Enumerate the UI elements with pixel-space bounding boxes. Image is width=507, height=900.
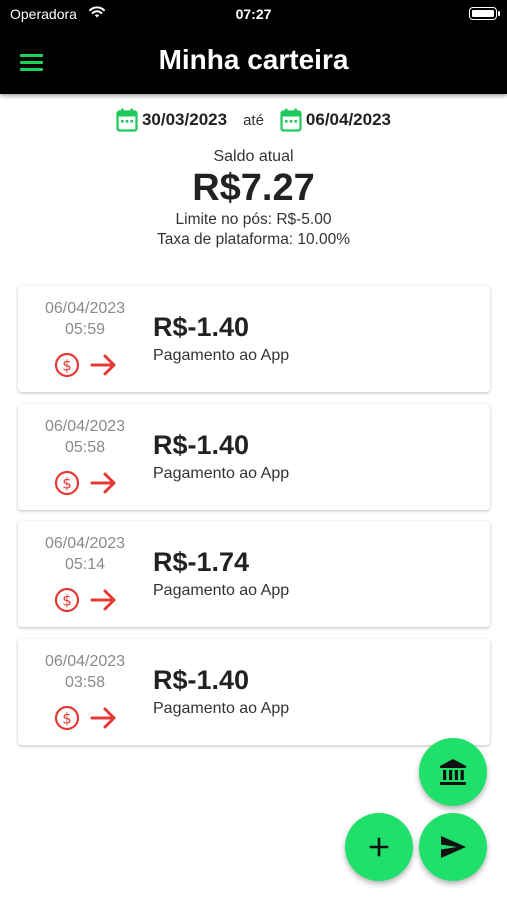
calendar-icon xyxy=(280,108,302,132)
transaction-icons: $ xyxy=(54,705,118,731)
arrow-right-icon xyxy=(90,354,116,376)
transaction-list: 06/04/2023 05:59 $ R$-1.40 Pagamento ao … xyxy=(18,286,490,756)
svg-text:$: $ xyxy=(62,474,72,492)
transaction-amount: R$-1.40 xyxy=(153,429,250,460)
transaction-description: Pagamento ao App xyxy=(153,464,290,482)
transaction-date: 06/04/2023 xyxy=(44,417,126,435)
plus-icon xyxy=(369,837,389,857)
app-bar: Minha carteira xyxy=(0,30,507,94)
transaction-description: Pagamento ao App xyxy=(153,582,290,599)
transaction-datetime: 06/04/2023 05:58 xyxy=(18,416,152,458)
start-date: 30/03/2023 xyxy=(141,110,228,129)
transaction-time: 03:58 xyxy=(64,673,106,691)
transaction-icons: $ xyxy=(54,470,118,496)
dollar-icon: $ xyxy=(54,352,80,378)
transaction-card[interactable]: 06/04/2023 03:58 $ R$-1.40 Pagamento ao … xyxy=(18,638,490,745)
transaction-datetime: 06/04/2023 03:58 xyxy=(18,651,152,693)
transaction-card[interactable]: 06/04/2023 05:14 $ R$-1.74 Pagamento ao … xyxy=(18,521,490,627)
transaction-description: Pagamento ao App xyxy=(153,347,290,364)
date-separator: até xyxy=(243,111,264,129)
svg-text:$: $ xyxy=(62,357,72,375)
dollar-icon: $ xyxy=(54,587,80,613)
start-date-picker[interactable]: 30/03/2023 xyxy=(116,108,227,132)
status-time: 07:27 xyxy=(235,6,272,22)
balance-value: R$7.27 xyxy=(192,167,315,209)
transaction-time: 05:58 xyxy=(64,438,106,456)
transaction-amount: R$-1.74 xyxy=(153,547,250,577)
balance-label: Saldo atual xyxy=(213,148,294,165)
transaction-amount: R$-1.40 xyxy=(153,664,250,695)
send-button[interactable] xyxy=(419,813,487,881)
add-button[interactable] xyxy=(345,813,413,881)
transaction-date: 06/04/2023 xyxy=(44,652,126,670)
svg-text:$: $ xyxy=(62,592,72,610)
transaction-description: Pagamento ao App xyxy=(153,699,290,717)
svg-text:$: $ xyxy=(62,709,72,727)
transaction-icons: $ xyxy=(54,587,118,613)
page-title: Minha carteira xyxy=(158,44,349,75)
end-date-picker[interactable]: 06/04/2023 xyxy=(280,108,391,132)
transaction-date: 06/04/2023 xyxy=(44,300,126,317)
transaction-datetime: 06/04/2023 05:59 xyxy=(18,298,152,340)
credit-limit: Limite no pós: R$-5.00 xyxy=(175,211,332,228)
dollar-icon: $ xyxy=(54,470,80,495)
status-bar: Operadora 07:27 xyxy=(0,0,507,30)
arrow-right-icon xyxy=(90,472,116,493)
battery-icon xyxy=(469,7,500,20)
calendar-icon xyxy=(116,108,138,132)
bank-icon xyxy=(440,759,466,785)
transaction-amount: R$-1.40 xyxy=(153,312,250,342)
transaction-card[interactable]: 06/04/2023 05:59 $ R$-1.40 Pagamento ao … xyxy=(18,286,490,392)
transaction-time: 05:59 xyxy=(64,321,106,338)
balance-summary: Saldo atual R$7.27 Limite no pós: R$-5.0… xyxy=(0,148,507,250)
end-date: 06/04/2023 xyxy=(305,110,392,129)
transaction-time: 05:14 xyxy=(64,556,106,573)
arrow-right-icon xyxy=(90,707,116,728)
transaction-icons: $ xyxy=(54,352,118,378)
arrow-right-icon xyxy=(90,589,116,611)
transaction-datetime: 06/04/2023 05:14 xyxy=(18,533,152,575)
transaction-date: 06/04/2023 xyxy=(44,535,126,552)
platform-fee: Taxa de plataforma: 10.00% xyxy=(156,231,350,248)
transaction-card[interactable]: 06/04/2023 05:58 $ R$-1.40 Pagamento ao … xyxy=(18,403,490,510)
send-icon xyxy=(441,836,466,858)
dollar-icon: $ xyxy=(54,705,80,730)
bank-button[interactable] xyxy=(419,738,487,806)
date-range: 30/03/2023 até 06/04/2023 xyxy=(0,108,507,132)
